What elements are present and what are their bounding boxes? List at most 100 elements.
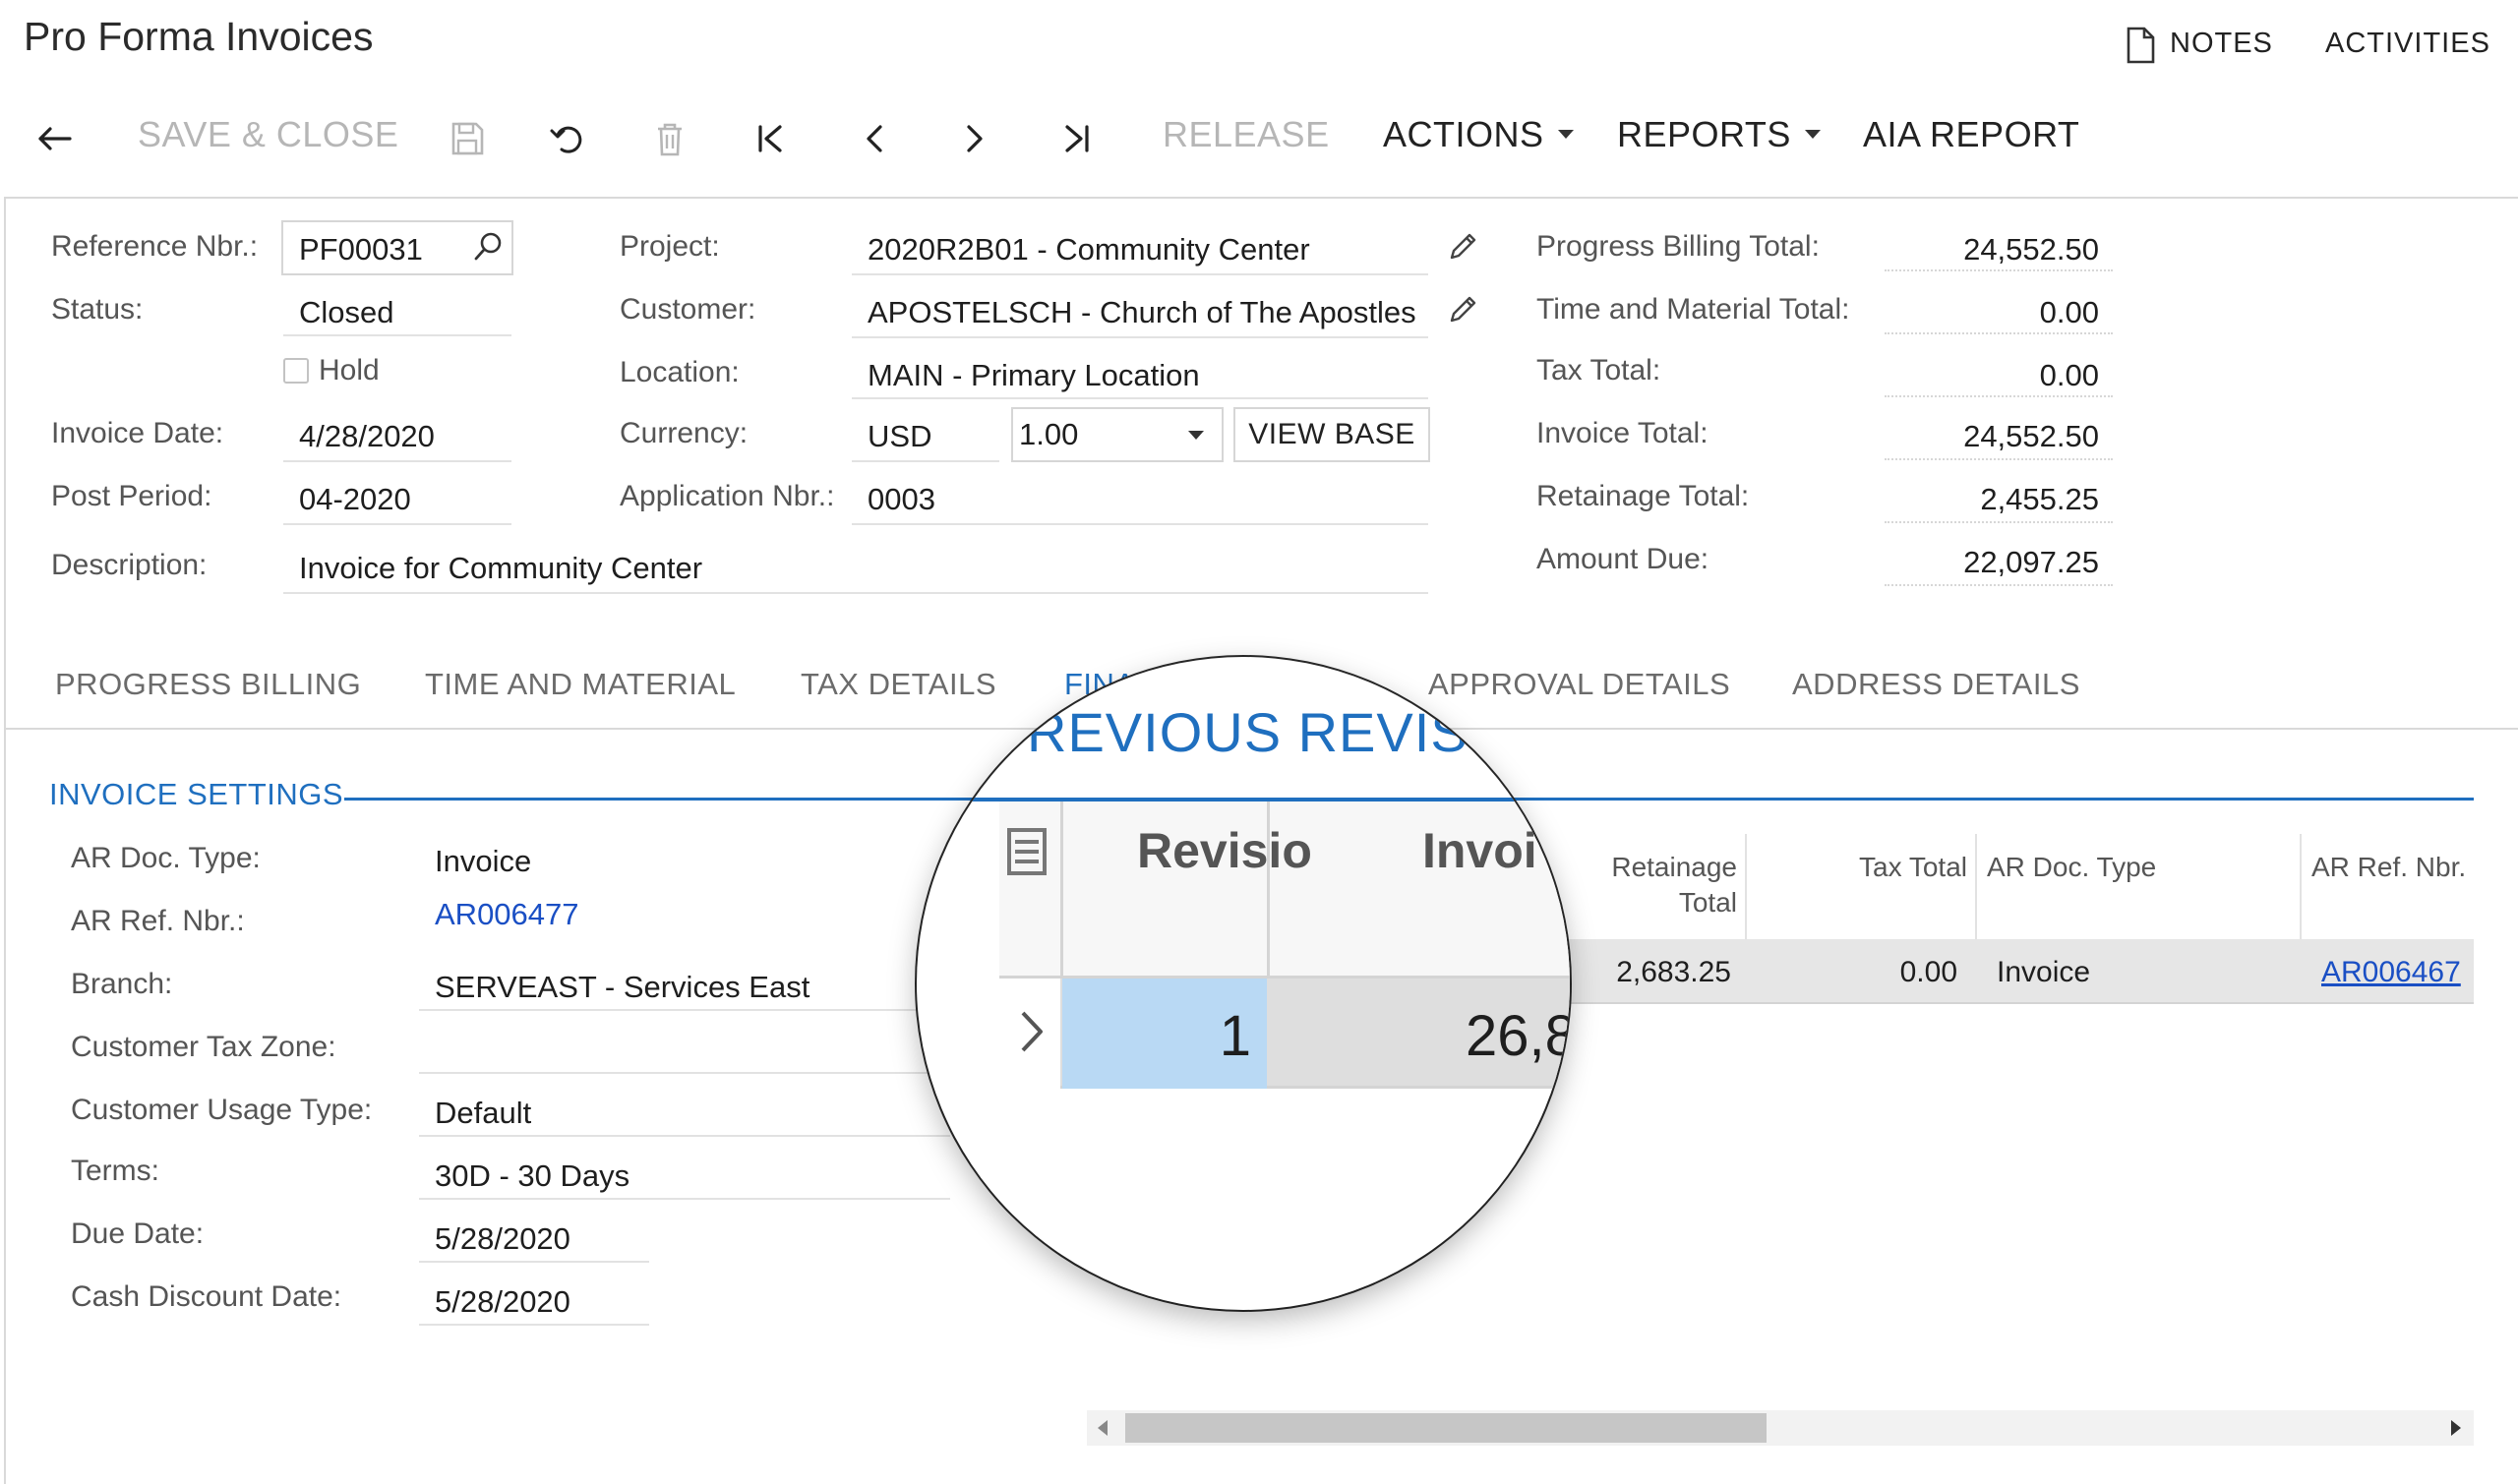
cash-discount-date-value[interactable]: 5/28/2020 [435, 1284, 570, 1320]
column-header-revision[interactable]: Revisio [1137, 822, 1312, 879]
previous-record-icon[interactable] [852, 112, 897, 165]
divider [1885, 584, 2113, 586]
chevron-down-icon [1188, 431, 1204, 440]
customer-usage-type-label: Customer Usage Type: [71, 1094, 373, 1126]
cash-discount-date-underline [419, 1324, 649, 1326]
delete-icon[interactable] [647, 112, 692, 165]
currency-underline [852, 460, 999, 462]
customer-value[interactable]: APOSTELSCH - Church of The Apostles [868, 295, 1416, 330]
post-period-value[interactable]: 04-2020 [299, 482, 411, 517]
customer-usage-type-value[interactable]: Default [435, 1096, 531, 1131]
ar-doc-type-value: Invoice [435, 844, 532, 878]
scrollbar-thumb[interactable] [1125, 1413, 1767, 1443]
save-close-button[interactable]: SAVE & CLOSE [138, 114, 398, 155]
invoice-date-value[interactable]: 4/28/2020 [299, 419, 435, 454]
location-label: Location: [620, 356, 740, 388]
project-label: Project: [620, 230, 720, 263]
location-underline [852, 397, 1428, 399]
column-header-ar-doc-type[interactable]: AR Doc. Type [1987, 850, 2156, 885]
save-icon[interactable] [445, 112, 490, 165]
edit-pencil-icon[interactable] [1446, 230, 1479, 264]
chevron-right-icon[interactable] [1015, 1007, 1049, 1056]
invoice-total-label: Invoice Total: [1536, 417, 1709, 449]
scroll-right-icon[interactable] [2451, 1420, 2461, 1436]
tab-address-details[interactable]: ADDRESS DETAILS [1792, 667, 2080, 702]
scroll-left-icon[interactable] [1098, 1420, 1108, 1436]
due-date-underline [419, 1261, 649, 1263]
divider [1885, 332, 2113, 334]
undo-icon[interactable] [545, 112, 590, 165]
branch-value[interactable]: SERVEAST - Services East [435, 970, 809, 1005]
reports-label: REPORTS [1617, 114, 1791, 154]
column-header-ar-ref-nbr[interactable]: AR Ref. Nbr. [2311, 850, 2466, 885]
view-base-button[interactable]: VIEW BASE [1233, 407, 1430, 462]
last-record-icon[interactable] [1054, 112, 1100, 165]
divider [1885, 521, 2113, 523]
application-nbr-value[interactable]: 0003 [868, 482, 935, 517]
row-tax-total: 0.00 [1899, 956, 1957, 988]
row-retainage-total: 2,683.25 [1616, 956, 1731, 988]
progress-billing-total-value: 24,552.50 [1963, 232, 2099, 267]
actions-label: ACTIONS [1383, 114, 1544, 154]
post-period-underline [283, 523, 511, 525]
currency-rate-value: 1.00 [1019, 417, 1079, 451]
first-record-icon[interactable] [748, 112, 793, 165]
notes-icon[interactable] [2123, 26, 2158, 65]
project-value[interactable]: 2020R2B01 - Community Center [868, 232, 1310, 267]
tab-progress-billing[interactable]: PROGRESS BILLING [55, 667, 361, 702]
project-underline [852, 273, 1428, 275]
invoice-total-value: 24,552.50 [1963, 419, 2099, 453]
time-material-total-label: Time and Material Total: [1536, 293, 1850, 326]
progress-billing-total-label: Progress Billing Total: [1536, 230, 1820, 263]
column-divider [1060, 801, 1063, 979]
column-header-retainage-total[interactable]: Retainage Total [1593, 850, 1737, 920]
search-icon[interactable] [472, 230, 504, 264]
status-label: Status: [51, 293, 144, 326]
edit-pencil-icon[interactable] [1446, 293, 1479, 326]
status-value[interactable]: Closed [299, 295, 394, 330]
customer-underline [852, 336, 1428, 338]
due-date-value[interactable]: 5/28/2020 [435, 1221, 570, 1257]
currency-value[interactable]: USD [868, 419, 931, 454]
chevron-down-icon [1804, 129, 1821, 139]
previous-revisions-title: REVIOUS REVISI [1027, 701, 1485, 763]
column-header-retainage-line1: Retainage [1611, 852, 1737, 882]
actions-menu[interactable]: ACTIONS [1383, 114, 1574, 155]
column-header-invoice-total[interactable]: Invoi [1422, 822, 1537, 879]
magnifier-callout: REVIOUS REVISI Revisio Invoi 1 26,8 [917, 657, 1570, 1310]
terms-value[interactable]: 30D - 30 Days [435, 1158, 630, 1194]
location-value[interactable]: MAIN - Primary Location [868, 358, 1200, 393]
customer-tax-zone-label: Customer Tax Zone: [71, 1031, 336, 1063]
description-label: Description: [51, 549, 208, 581]
amount-due-label: Amount Due: [1536, 543, 1709, 575]
divider [1885, 395, 2113, 397]
activities-button[interactable]: ACTIVITIES [2325, 28, 2490, 60]
ar-ref-nbr-link[interactable]: AR006477 [435, 897, 579, 932]
next-record-icon[interactable] [952, 112, 997, 165]
tab-time-and-material[interactable]: TIME AND MATERIAL [425, 667, 736, 702]
description-value[interactable]: Invoice for Community Center [299, 551, 702, 586]
hold-label: Hold [319, 354, 380, 386]
tax-total-label: Tax Total: [1536, 354, 1661, 386]
notes-button[interactable]: NOTES [2170, 28, 2273, 60]
reference-nbr-value: PF00031 [299, 232, 423, 267]
application-nbr-underline [852, 523, 1428, 525]
files-icon[interactable] [1005, 826, 1049, 877]
back-arrow-icon[interactable] [31, 112, 77, 165]
hold-checkbox[interactable] [283, 358, 309, 384]
ar-ref-nbr-label: AR Ref. Nbr.: [71, 905, 245, 937]
revision-value: 1 [1219, 1004, 1251, 1068]
row-ar-ref-nbr-link[interactable]: AR006467 [2321, 956, 2461, 989]
customer-usage-type-underline [419, 1135, 950, 1137]
column-header-retainage-line2: Total [1678, 887, 1737, 918]
column-header-tax-total[interactable]: Tax Total [1755, 850, 1967, 885]
aia-report-button[interactable]: AIA REPORT [1863, 114, 2079, 155]
currency-label: Currency: [620, 417, 749, 449]
description-underline [283, 592, 1428, 594]
branch-underline [419, 1009, 950, 1011]
release-button[interactable]: RELEASE [1163, 114, 1330, 155]
reference-nbr-label: Reference Nbr.: [51, 230, 259, 263]
amount-due-value: 22,097.25 [1963, 545, 2099, 579]
reports-menu[interactable]: REPORTS [1617, 114, 1821, 155]
cash-discount-date-label: Cash Discount Date: [71, 1280, 342, 1313]
